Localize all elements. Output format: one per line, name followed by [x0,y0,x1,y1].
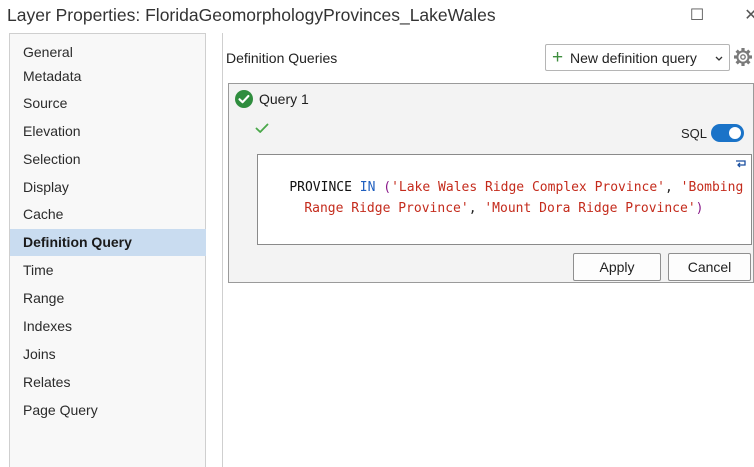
cancel-button[interactable]: Cancel [668,253,751,281]
sql-editor[interactable]: PROVINCE IN ('Lake Wales Ridge Complex P… [257,154,752,245]
checkmark-icon [255,121,269,135]
sidebar-item-relates[interactable]: Relates [10,369,206,396]
sidebar-item-indexes[interactable]: Indexes [10,313,206,340]
sql-toggle[interactable] [711,124,744,142]
sidebar-item-metadata[interactable]: Metadata [10,63,206,90]
sidebar-item-range[interactable]: Range [10,285,206,312]
sql-toggle-label: SQL [681,126,708,141]
sql-token: ) [695,201,704,216]
window-title: Layer Properties: FloridaGeomorphologyPr… [7,5,496,25]
apply-button[interactable]: Apply [573,253,661,281]
title-bar: Layer Properties: FloridaGeomorphologyPr… [0,0,754,32]
sql-line-2: Range Ridge Province', 'Mount Dora Ridge… [273,177,704,240]
check-circle-icon [235,90,253,108]
new-definition-query-button[interactable]: + New definition query [545,44,730,71]
query-title: Query 1 [259,91,309,107]
chevron-down-icon[interactable] [714,48,724,71]
section-title: Definition Queries [226,50,338,66]
close-icon[interactable]: ✕ [736,3,754,29]
sidebar-item-elevation[interactable]: Elevation [10,118,206,145]
sidebar-item-time[interactable]: Time [10,257,206,284]
sidebar-item-joins[interactable]: Joins [10,341,206,368]
sidebar-item-page-query[interactable]: Page Query [10,397,206,424]
sql-token: , [468,201,485,216]
sidebar-item-general[interactable]: General [10,39,206,66]
sql-token: Range Ridge Province' [304,201,469,216]
sidebar-item-definition-query[interactable]: Definition Query [10,229,206,256]
new-definition-query-label: New definition query [570,50,697,66]
sql-token: 'Mount Dora Ridge Province' [484,201,696,216]
word-wrap-icon [735,159,747,172]
plus-icon: + [552,47,564,68]
sidebar-item-source[interactable]: Source [10,90,206,117]
sidebar: General Metadata Source Elevation Select… [9,33,206,467]
sidebar-item-selection[interactable]: Selection [10,146,206,173]
sidebar-item-cache[interactable]: Cache [10,201,206,228]
sidebar-item-display[interactable]: Display [10,174,206,201]
maximize-icon[interactable]: ☐ [682,3,712,29]
toggle-knob [729,127,741,139]
gear-icon[interactable] [733,45,753,69]
